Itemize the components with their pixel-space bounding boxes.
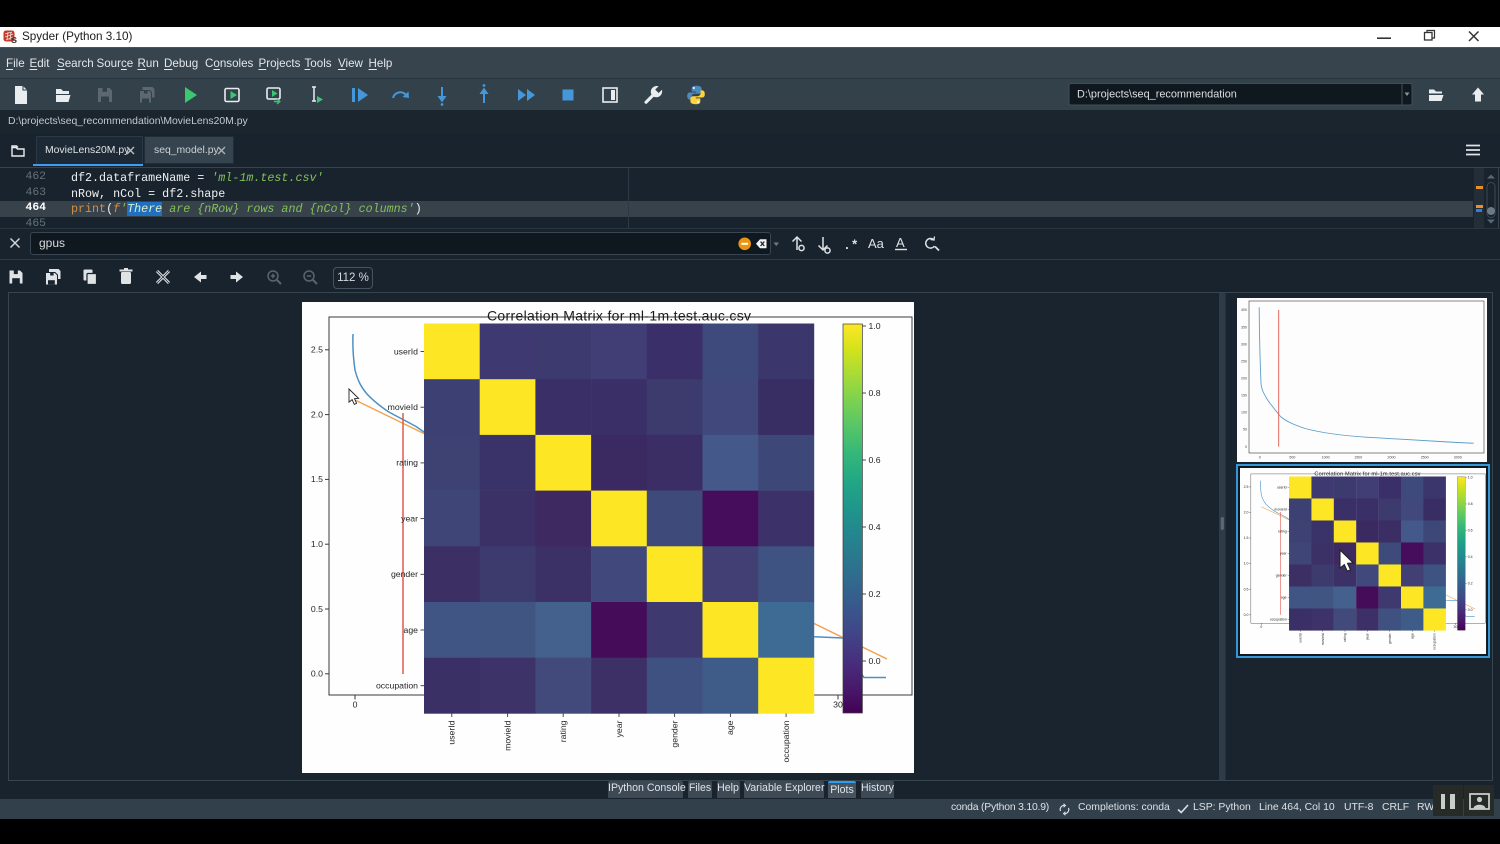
svg-text:150: 150 bbox=[1241, 394, 1247, 398]
svg-text:movieId: movieId bbox=[388, 402, 419, 412]
svg-text:30: 30 bbox=[833, 700, 843, 710]
svg-text:0: 0 bbox=[1245, 445, 1247, 449]
svg-text:A: A bbox=[896, 235, 905, 250]
svg-text:Aa: Aa bbox=[868, 236, 885, 251]
svg-text:0.2: 0.2 bbox=[869, 589, 881, 599]
svg-text:gender: gender bbox=[669, 720, 679, 747]
svg-text:rating: rating bbox=[558, 720, 568, 742]
svg-text:1500: 1500 bbox=[1354, 456, 1362, 460]
svg-text:500: 500 bbox=[1289, 456, 1295, 460]
svg-text:s: s bbox=[11, 34, 17, 44]
svg-text:occupation: occupation bbox=[376, 681, 418, 691]
svg-text:0.0: 0.0 bbox=[869, 656, 881, 666]
svg-text:250: 250 bbox=[1241, 359, 1247, 363]
svg-text:.*: .* bbox=[843, 238, 859, 253]
svg-text:2.5: 2.5 bbox=[311, 345, 323, 355]
svg-text:350: 350 bbox=[1241, 325, 1247, 329]
svg-text:0.6: 0.6 bbox=[869, 455, 881, 465]
svg-text:0.5: 0.5 bbox=[311, 604, 323, 614]
svg-text:0.0: 0.0 bbox=[311, 669, 323, 679]
svg-text:50: 50 bbox=[1243, 428, 1247, 432]
svg-text:1.0: 1.0 bbox=[869, 321, 881, 331]
svg-text:Correlation Matrix for ml-1m.t: Correlation Matrix for ml-1m.test.auc.cs… bbox=[487, 308, 751, 324]
svg-text:400: 400 bbox=[1241, 308, 1247, 312]
svg-text:year: year bbox=[614, 720, 624, 737]
svg-text:userId: userId bbox=[394, 346, 418, 356]
svg-text:1.0: 1.0 bbox=[311, 539, 323, 549]
svg-text:age: age bbox=[725, 720, 735, 735]
svg-text:gender: gender bbox=[391, 569, 418, 579]
svg-text:200: 200 bbox=[1241, 377, 1247, 381]
svg-text:0.8: 0.8 bbox=[869, 388, 881, 398]
svg-text:2500: 2500 bbox=[1421, 456, 1429, 460]
svg-text:300: 300 bbox=[1241, 342, 1247, 346]
svg-text:0: 0 bbox=[353, 700, 358, 710]
svg-text:occupation: occupation bbox=[781, 720, 791, 762]
svg-text:D:\projects\seq_recommendation: D:\projects\seq_recommendation bbox=[1077, 89, 1237, 101]
svg-text:0: 0 bbox=[1259, 456, 1261, 460]
svg-text:age: age bbox=[404, 625, 419, 635]
svg-text:userId: userId bbox=[447, 720, 457, 744]
svg-text:rating: rating bbox=[396, 458, 418, 468]
svg-text:year: year bbox=[401, 513, 418, 523]
svg-text:2000: 2000 bbox=[1388, 456, 1396, 460]
svg-text:3000: 3000 bbox=[1454, 456, 1462, 460]
svg-text:100: 100 bbox=[1241, 411, 1247, 415]
svg-text:movieId: movieId bbox=[502, 720, 512, 751]
svg-text:1.5: 1.5 bbox=[311, 474, 323, 484]
svg-text:1000: 1000 bbox=[1322, 456, 1330, 460]
svg-text:2.0: 2.0 bbox=[311, 409, 323, 419]
svg-text:0.4: 0.4 bbox=[869, 522, 881, 532]
